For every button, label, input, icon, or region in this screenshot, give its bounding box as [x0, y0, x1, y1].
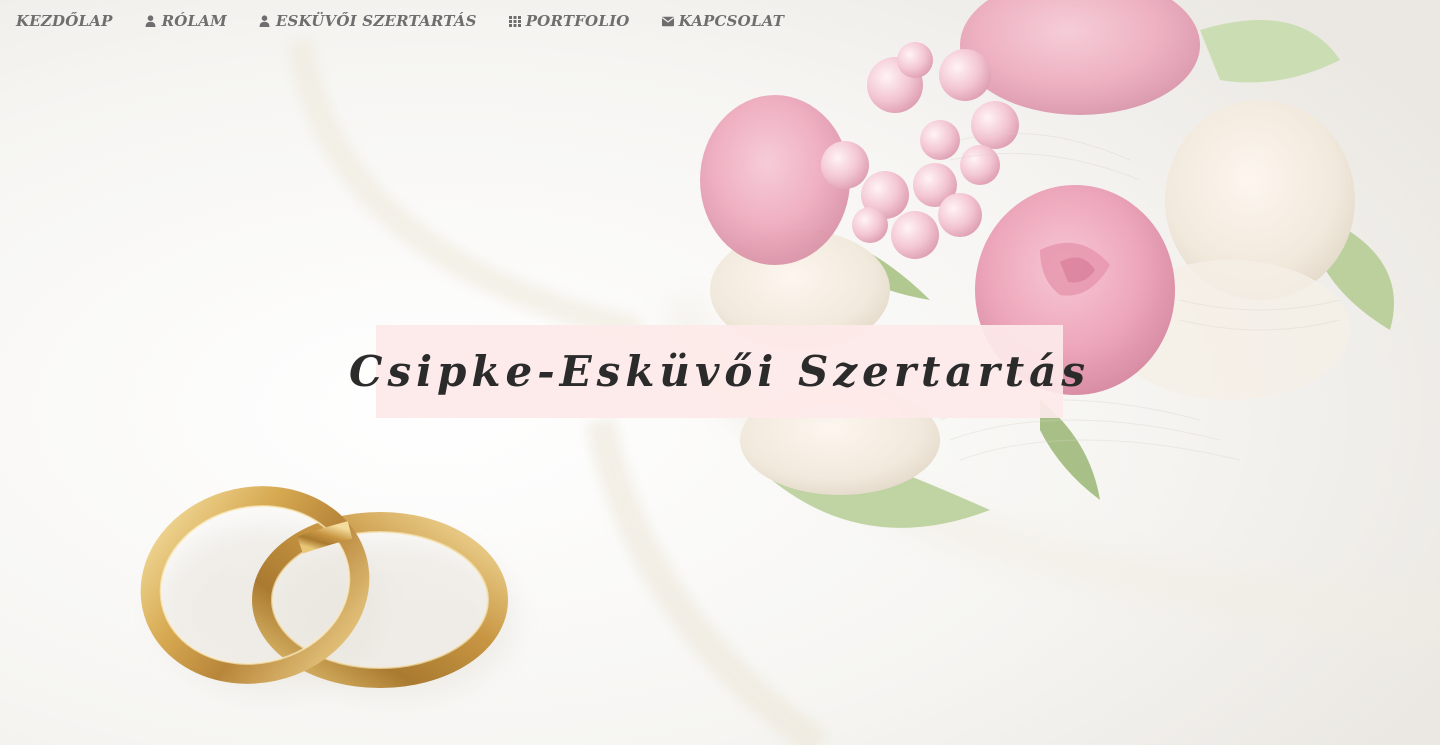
nav-item-label: ESKÜVŐI SZERTARTÁS [275, 12, 477, 30]
nav-item-label: RÓLAM [161, 12, 227, 30]
nav-item-label: KAPCSOLAT [678, 12, 785, 30]
nav-item-portfolio[interactable]: PORTFOLIO [508, 12, 630, 30]
nav-item-contact[interactable]: KAPCSOLAT [661, 12, 785, 30]
nav-item-about[interactable]: RÓLAM [145, 12, 227, 30]
user-icon [259, 15, 271, 27]
hero-title-banner: Csipke-Esküvői Szertartás [349, 325, 1085, 418]
nav-item-ceremony[interactable]: ESKÜVŐI SZERTARTÁS [259, 12, 477, 30]
hero-section: KEZDŐLAP RÓLAM ESKÜVŐI SZERTARTÁS PORTFO… [0, 0, 1440, 745]
nav-item-home[interactable]: KEZDŐLAP [16, 12, 113, 30]
grid-icon [508, 15, 521, 27]
page-title: Csipke-Esküvői Szertartás [349, 347, 1090, 396]
envelope-icon [661, 15, 674, 27]
nav-item-label: KEZDŐLAP [16, 12, 113, 30]
main-navbar: KEZDŐLAP RÓLAM ESKÜVŐI SZERTARTÁS PORTFO… [0, 0, 1440, 42]
nav-item-label: PORTFOLIO [525, 12, 630, 30]
user-icon [145, 15, 157, 27]
